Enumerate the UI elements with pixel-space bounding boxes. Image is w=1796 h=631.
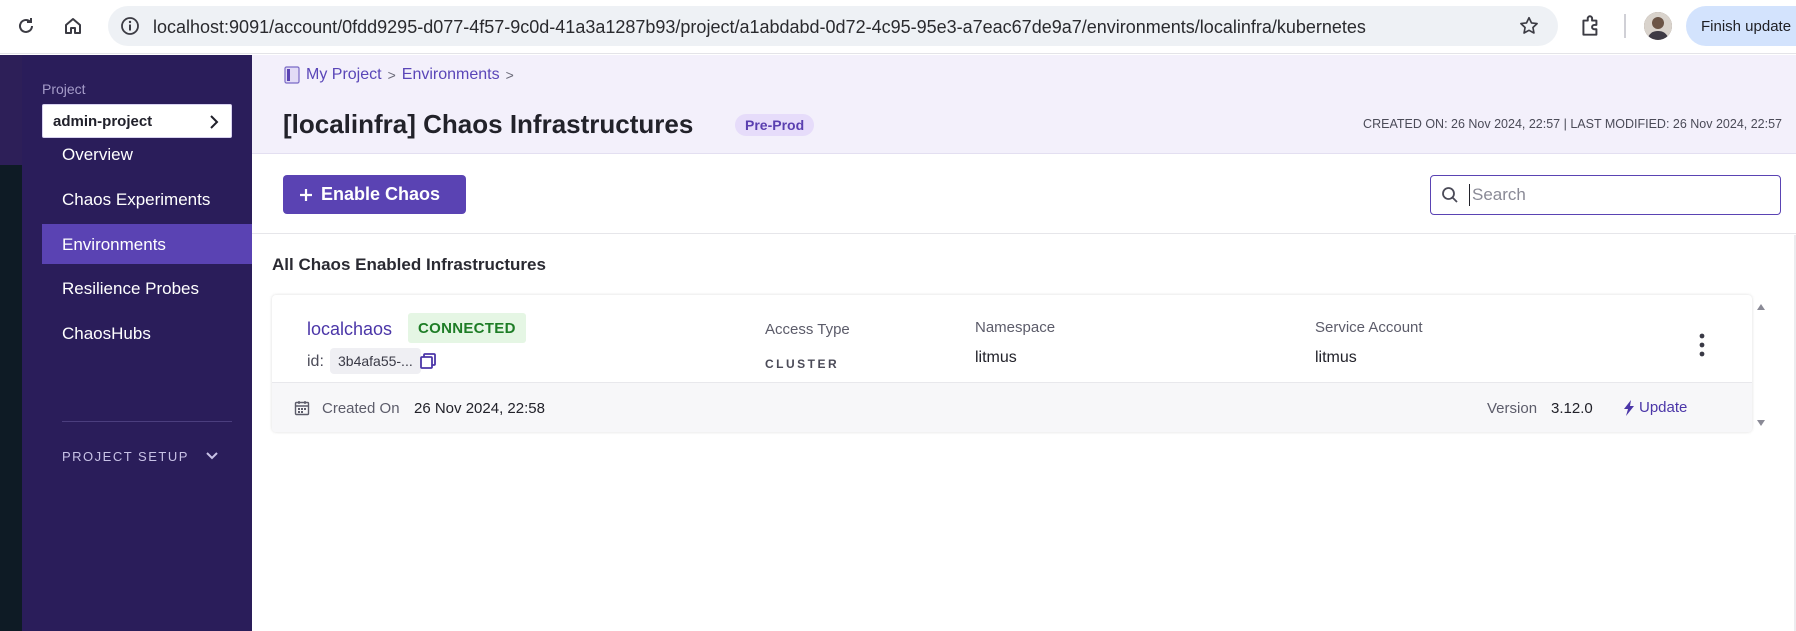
version-value: 3.12.0 xyxy=(1551,400,1593,417)
project-setup-toggle[interactable]: PROJECT SETUP xyxy=(62,449,189,464)
reload-icon[interactable] xyxy=(12,12,40,40)
app-rail xyxy=(0,55,22,631)
created-on-value: 26 Nov 2024, 22:58 xyxy=(414,400,545,417)
sidebar-item-chaos-experiments[interactable]: Chaos Experiments xyxy=(42,179,252,219)
version-label: Version xyxy=(1487,400,1538,417)
created-on-label: Created On xyxy=(322,400,400,417)
breadcrumb-environments[interactable]: Environments xyxy=(402,66,500,84)
calendar-icon xyxy=(294,401,310,416)
url-text: localhost:9091/account/0fdd9295-d077-4f5… xyxy=(153,17,1366,37)
access-type-label: Access Type xyxy=(765,321,850,338)
sidebar-item-chaoshubs[interactable]: ChaosHubs xyxy=(42,313,252,353)
lightning-icon xyxy=(1624,399,1634,416)
sidebar-divider xyxy=(62,421,232,422)
star-icon[interactable] xyxy=(1518,15,1540,37)
chevron-right-icon xyxy=(210,115,219,129)
sidebar-item-environments[interactable]: Environments xyxy=(42,224,252,264)
breadcrumb-separator: > xyxy=(505,67,514,83)
avatar[interactable] xyxy=(1644,12,1672,40)
infrastructure-id: 3b4afa55-... xyxy=(330,348,421,374)
breadcrumb-project-icon xyxy=(284,66,300,84)
search-box[interactable] xyxy=(1430,175,1781,215)
namespace-label: Namespace xyxy=(975,319,1056,336)
environment-type-badge: Pre-Prod xyxy=(735,114,815,136)
access-type-value: CLUSTER xyxy=(765,357,840,371)
address-bar[interactable]: localhost:9091/account/0fdd9295-d077-4f5… xyxy=(108,6,1558,46)
service-account-label: Service Account xyxy=(1315,319,1423,336)
status-badge: CONNECTED xyxy=(408,313,526,343)
card-scrollbar[interactable] xyxy=(1752,295,1770,432)
project-name: admin-project xyxy=(53,113,153,130)
search-input[interactable] xyxy=(1469,184,1769,206)
extensions-icon[interactable] xyxy=(1578,13,1604,39)
more-vertical-icon[interactable] xyxy=(1698,333,1706,357)
breadcrumb: My Project > Environments > xyxy=(284,66,514,84)
id-label: id: xyxy=(307,353,324,370)
infrastructure-card-footer: Created On 26 Nov 2024, 22:58 Version 3.… xyxy=(272,382,1752,432)
copy-icon[interactable] xyxy=(419,352,437,370)
service-account-value: litmus xyxy=(1315,349,1357,366)
home-icon[interactable] xyxy=(59,12,87,40)
scroll-down-icon[interactable] xyxy=(1756,419,1766,427)
page-title: [localinfra] Chaos Infrastructures xyxy=(283,109,694,139)
search-icon xyxy=(1442,187,1458,203)
page-header: My Project > Environments > [localinfra]… xyxy=(252,55,1796,154)
update-button[interactable]: Update xyxy=(1622,399,1687,416)
infrastructure-list-section: All Chaos Enabled Infrastructures localc… xyxy=(252,235,1796,631)
sidebar-item-resilience-probes[interactable]: Resilience Probes xyxy=(42,268,252,308)
toolbar-separator xyxy=(1624,14,1626,38)
namespace-value: litmus xyxy=(975,349,1017,366)
plus-icon xyxy=(300,188,312,201)
sidebar-item-overview[interactable]: Overview xyxy=(42,134,252,174)
enable-chaos-button[interactable]: Enable Chaos xyxy=(283,175,466,214)
project-selector[interactable]: admin-project xyxy=(42,104,232,138)
chevron-down-icon[interactable] xyxy=(205,449,219,463)
breadcrumb-separator: > xyxy=(387,67,396,83)
sidebar: Project admin-project Overview Chaos Exp… xyxy=(22,55,252,631)
site-info-icon[interactable] xyxy=(120,16,140,36)
infrastructure-card[interactable]: localchaos CONNECTED id: 3b4afa55-... Ac… xyxy=(272,295,1752,432)
section-title: All Chaos Enabled Infrastructures xyxy=(272,255,546,274)
enable-chaos-label: Enable Chaos xyxy=(321,184,441,204)
finish-update-button[interactable]: Finish update xyxy=(1686,6,1796,46)
infrastructure-name-link[interactable]: localchaos xyxy=(307,319,392,340)
scroll-up-icon[interactable] xyxy=(1756,303,1766,311)
project-label: Project xyxy=(42,81,86,97)
browser-toolbar: localhost:9091/account/0fdd9295-d077-4f5… xyxy=(0,0,1796,54)
action-toolbar: Enable Chaos xyxy=(252,155,1796,234)
created-modified-meta: CREATED ON: 26 Nov 2024, 22:57 | LAST MO… xyxy=(1363,117,1782,131)
breadcrumb-my-project[interactable]: My Project xyxy=(306,66,382,84)
infrastructure-card-summary: localchaos CONNECTED id: 3b4afa55-... Ac… xyxy=(272,295,1752,382)
update-label: Update xyxy=(1639,399,1688,416)
